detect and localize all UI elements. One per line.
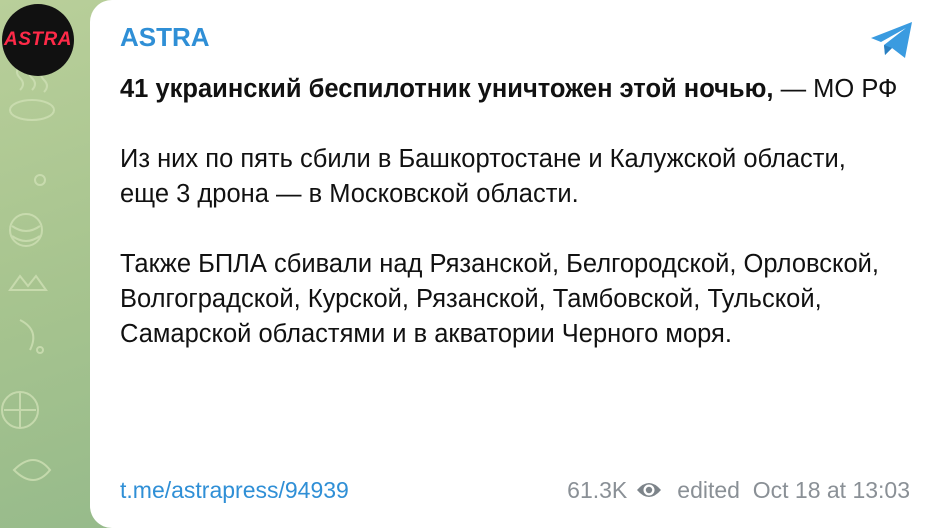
view-count: 61.3K: [567, 476, 628, 503]
channel-name[interactable]: ASTRA: [120, 22, 210, 53]
message-bubble: ASTRA 41 украинский беспилотник уничтоже…: [90, 0, 938, 528]
message-meta: 61.3K edited Oct 18 at 13:03: [567, 477, 910, 504]
avatar-logo-text: ASTRA: [4, 29, 72, 50]
headline-bold: 41 украинский беспилотник уничтожен этой…: [120, 75, 774, 103]
edited-timestamp: edited Oct 18 at 13:03: [677, 476, 910, 503]
post-link[interactable]: t.me/astrapress/94939: [120, 477, 349, 504]
telegram-share-icon[interactable]: [868, 20, 916, 60]
message-footer: t.me/astrapress/94939 61.3K edited Oct 1…: [120, 474, 910, 506]
paragraph-3: Также БПЛА сбивали над Рязанской, Белгор…: [120, 250, 879, 348]
chat-wallpaper-pattern: [1, 65, 55, 481]
channel-avatar[interactable]: ASTRA: [2, 4, 74, 76]
headline-suffix: — МО РФ: [773, 75, 898, 103]
headline-paragraph: 41 украинский беспилотник уничтожен этой…: [120, 72, 900, 107]
eye-icon: [637, 483, 662, 497]
paragraph-2: Из них по пять сбили в Башкортостане и К…: [120, 145, 846, 208]
message-text: 41 украинский беспилотник уничтожен этой…: [120, 72, 900, 352]
